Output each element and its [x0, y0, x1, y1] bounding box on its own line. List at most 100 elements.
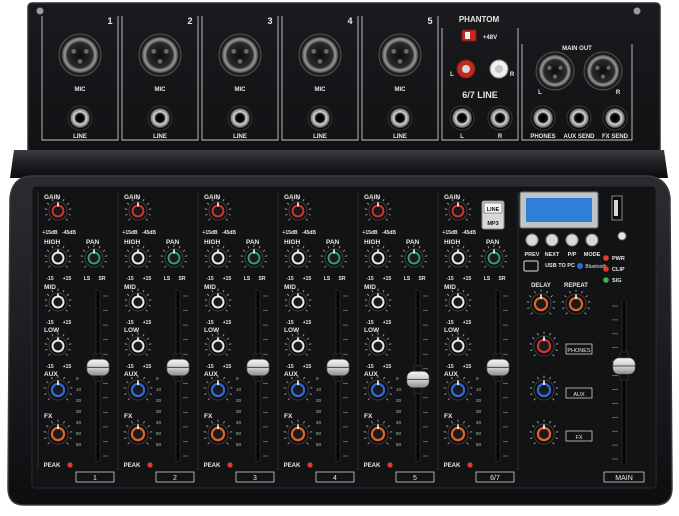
knob-cap [374, 342, 383, 351]
xlr-pin [151, 49, 156, 54]
main-out-title: MAIN OUT [562, 46, 592, 52]
fx-master-label: FX [575, 435, 582, 441]
knob-cap [54, 298, 63, 307]
scale-number: 30 [396, 409, 402, 414]
line-jack-input[interactable] [388, 106, 412, 130]
pan-range-left: LS [324, 276, 331, 282]
indicator-led [603, 266, 609, 272]
channel-name: 4 [333, 475, 337, 482]
stereo-line-right-jack[interactable] [488, 106, 512, 130]
eq-range-max: +15 [63, 320, 72, 326]
rca-center [495, 65, 503, 73]
eq-range-min: -15 [366, 364, 373, 370]
knob-cap [214, 207, 223, 216]
xlr-pin [311, 49, 316, 54]
output-jack[interactable] [603, 106, 627, 130]
fader-cap [407, 371, 429, 387]
scale-number: 30 [236, 409, 242, 414]
transport-button-mode[interactable] [586, 234, 598, 246]
eq-range-min: -15 [286, 320, 293, 326]
knob-cap [134, 298, 143, 307]
knob-cap [454, 254, 463, 263]
xlr-pin [71, 49, 76, 54]
knob-cap [539, 429, 549, 439]
mic-label: MIC [315, 87, 327, 93]
scale-number: 30 [156, 409, 162, 414]
scale-number: 10 [156, 387, 162, 392]
indicator-led [603, 255, 609, 261]
knob-cap [213, 385, 223, 395]
audio-mixer-photo: 1MICLINE2MICLINE3MICLINE4MICLINE5MICLINE… [0, 0, 679, 511]
scale-number: 30 [316, 409, 322, 414]
output-label: PHONES [530, 134, 555, 140]
eq-range-max: +15 [463, 320, 472, 326]
eq-range-min: -15 [206, 320, 213, 326]
xlr-socket [587, 55, 619, 87]
xlr-pin [595, 66, 599, 70]
peak-label: PEAK [364, 463, 381, 469]
low-eq-label: LOW [44, 327, 60, 334]
scale-number: 10 [236, 387, 242, 392]
aux-send-label: AUX [364, 371, 378, 378]
mic-xlr-input[interactable] [379, 34, 421, 76]
aux-send-label: AUX [44, 371, 58, 378]
pan-range-left: LS [84, 276, 91, 282]
rca-right-label: R [510, 72, 515, 78]
main-out-right-label: R [616, 90, 621, 96]
fx-send-label: FX [44, 413, 53, 420]
scale-number: 50 [76, 431, 82, 436]
mic-xlr-input[interactable] [139, 34, 181, 76]
eq-range-max: +15 [63, 276, 72, 282]
xlr-pin [547, 66, 551, 70]
xlr-pin [164, 49, 169, 54]
mic-xlr-input[interactable] [299, 34, 341, 76]
repeat-label: REPEAT [564, 283, 588, 289]
knob-cap [133, 429, 143, 439]
aux-send-label: AUX [284, 371, 298, 378]
xlr-socket [382, 37, 418, 73]
scale-number: 50 [236, 431, 242, 436]
main-out-left-xlr[interactable] [536, 52, 574, 90]
aux-send-label: AUX [124, 371, 138, 378]
eq-range-min: -15 [286, 364, 293, 370]
pan-range-right: SR [99, 276, 106, 282]
mic-xlr-input[interactable] [59, 34, 101, 76]
scale-number: 50 [156, 431, 162, 436]
gain-range-min: +15dB [202, 230, 218, 236]
pan-range-right: SR [339, 276, 346, 282]
gain-range-max: -45dB [142, 230, 156, 236]
scale-number: 40 [316, 420, 322, 425]
fader-cap [167, 359, 189, 375]
scale-number: 30 [76, 409, 82, 414]
output-jack[interactable] [531, 106, 555, 130]
main-out-right-xlr[interactable] [584, 52, 622, 90]
line-label: LINE [313, 134, 327, 140]
transport-button-next[interactable] [546, 234, 558, 246]
stereo-line-left-jack[interactable] [450, 106, 474, 130]
knob-cap [214, 342, 223, 351]
knob-cap [90, 254, 99, 263]
line-jack-input[interactable] [68, 106, 92, 130]
pan-range-right: SR [179, 276, 186, 282]
peak-label: PEAK [444, 463, 461, 469]
xlr-pin [391, 49, 396, 54]
knob-cap [54, 207, 63, 216]
output-jack[interactable] [567, 106, 591, 130]
pan-range-left: LS [484, 276, 491, 282]
scale-number: 60 [236, 442, 242, 447]
mic-label: MIC [395, 87, 407, 93]
bluetooth-icon [577, 263, 583, 269]
eq-range-max: +15 [143, 364, 152, 370]
transport-button-prev[interactable] [526, 234, 538, 246]
scale-number: 20 [476, 398, 482, 403]
low-eq-label: LOW [284, 327, 300, 334]
mic-xlr-input[interactable] [219, 34, 261, 76]
eq-range-max: +15 [383, 276, 392, 282]
transport-button-pp[interactable] [566, 234, 578, 246]
line-jack-input[interactable] [228, 106, 252, 130]
line-jack-input[interactable] [148, 106, 172, 130]
line-jack-input[interactable] [308, 106, 332, 130]
scale-number: 40 [156, 420, 162, 425]
eq-range-max: +15 [383, 320, 392, 326]
knob-cap [134, 254, 143, 263]
